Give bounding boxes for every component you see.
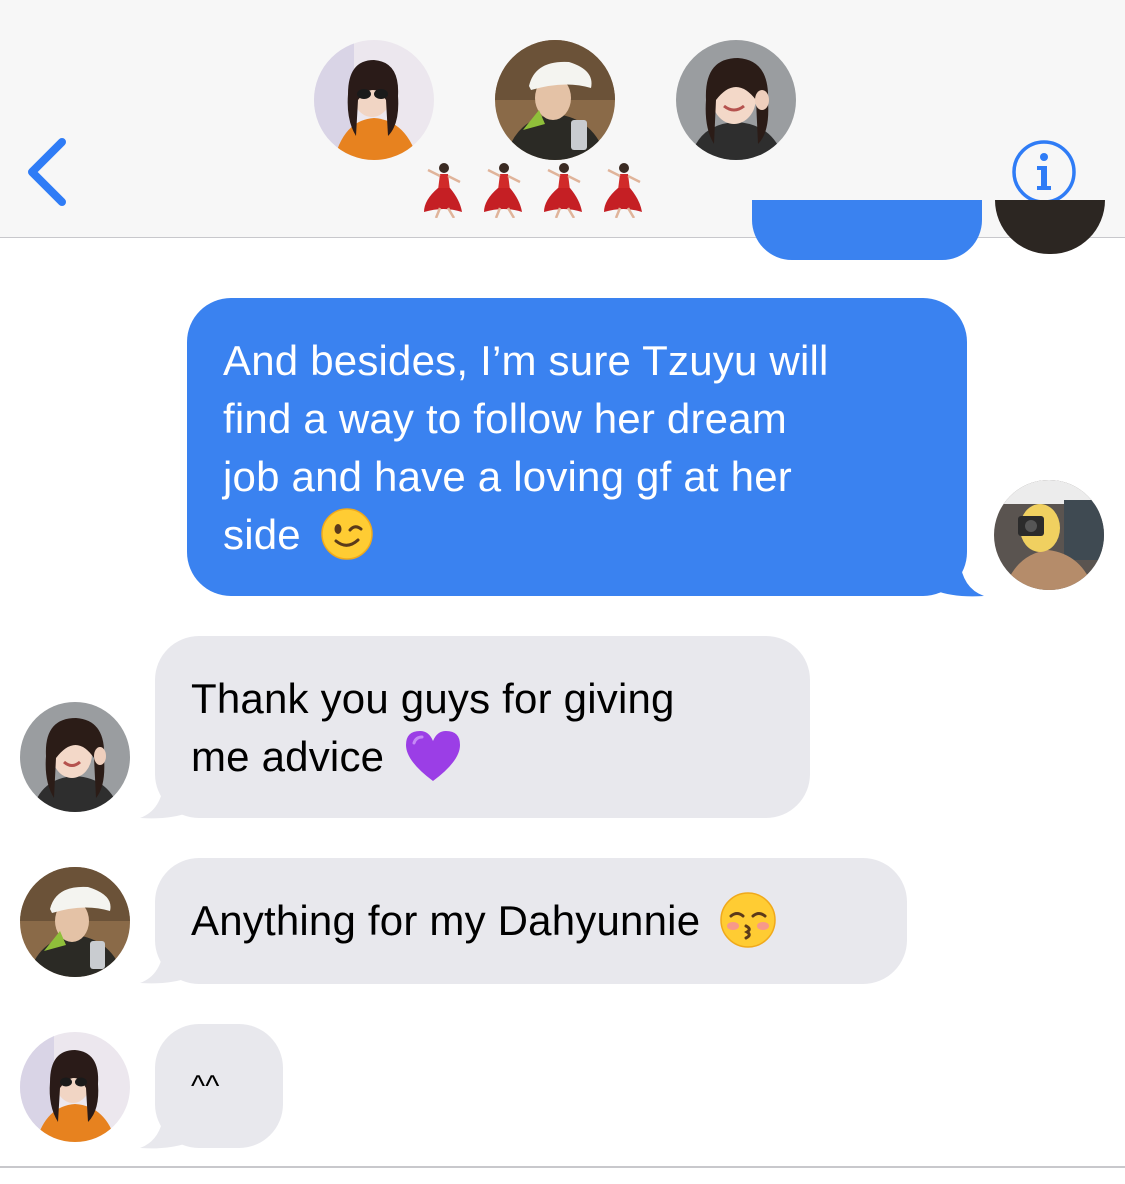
outgoing-bubble-tail xyxy=(930,560,984,597)
dancer-emoji-icon xyxy=(544,163,582,218)
message-bubble-incoming[interactable]: Anything for my Dahyunnie xyxy=(155,858,907,984)
message-text-line: job and have a loving gf at her xyxy=(223,453,792,500)
message-text-line: ^^ xyxy=(191,1070,220,1103)
kissing-face-emoji-icon xyxy=(720,892,776,948)
dancer-emoji-icon xyxy=(604,163,642,218)
dancer-emoji-icon xyxy=(424,163,462,218)
message-text-line: And besides, I’m sure Tzuyu will xyxy=(223,337,829,384)
sender-avatar-me[interactable] xyxy=(994,480,1104,590)
sender-avatar-tzuyu[interactable] xyxy=(20,1032,130,1142)
purple-heart-emoji-icon xyxy=(406,730,461,781)
participant-avatar-3[interactable] xyxy=(676,40,796,160)
message-text-line: find a way to follow her dream xyxy=(223,395,787,442)
winking-face-emoji-icon xyxy=(320,508,373,560)
dancer-emoji-icon xyxy=(484,163,522,218)
message-text: side xyxy=(223,511,301,558)
input-bar-divider xyxy=(0,1166,1125,1168)
participant-avatar-2[interactable] xyxy=(495,40,615,160)
message-text-line: side xyxy=(223,506,931,564)
message-bubble-outgoing[interactable]: And besides, I’m sure Tzuyu will find a … xyxy=(187,298,967,596)
group-name[interactable] xyxy=(418,160,648,220)
message-text: Anything for my Dahyunnie xyxy=(191,897,701,944)
message-text-line: Anything for my Dahyunnie xyxy=(191,892,871,950)
participant-avatar-1[interactable] xyxy=(314,40,434,160)
message-text: me advice xyxy=(191,733,385,780)
messages-screen: And besides, I’m sure Tzuyu will find a … xyxy=(0,0,1125,1184)
previous-message-bubble xyxy=(752,200,982,260)
chevron-left-icon xyxy=(28,138,66,206)
message-text-line: Thank you guys for giving xyxy=(191,675,675,722)
info-button[interactable] xyxy=(1010,138,1078,206)
previous-sender-avatar xyxy=(995,200,1105,254)
info-icon xyxy=(1012,140,1076,204)
message-text-line: me advice xyxy=(191,728,774,786)
back-button[interactable] xyxy=(18,130,78,210)
sender-avatar-chaeyoung[interactable] xyxy=(20,867,130,977)
sender-avatar-dahyun[interactable] xyxy=(20,702,130,812)
message-bubble-incoming[interactable]: ^^ xyxy=(155,1024,283,1148)
message-bubble-incoming[interactable]: Thank you guys for giving me advice xyxy=(155,636,810,818)
